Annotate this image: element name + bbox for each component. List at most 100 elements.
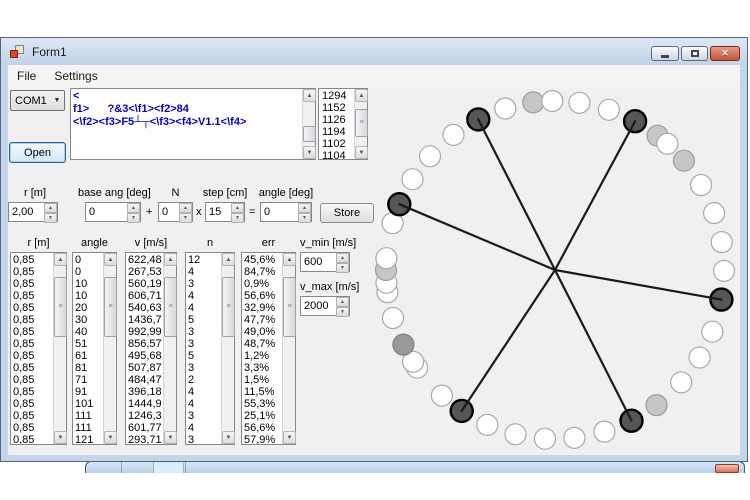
list-item[interactable]: 0,85: [13, 266, 53, 278]
counts-scrollbar[interactable]: ▲ ≡ ▼: [354, 89, 367, 159]
list-item[interactable]: 49,0%: [244, 326, 282, 338]
list-item[interactable]: 293,71: [128, 434, 163, 444]
up-arrow-icon[interactable]: ▲: [298, 203, 311, 213]
list-item[interactable]: 11,5%: [244, 386, 282, 398]
list-item[interactable]: 3: [188, 410, 221, 422]
list-item[interactable]: 4: [188, 266, 221, 278]
list-item[interactable]: 5: [188, 314, 221, 326]
list-item[interactable]: 4: [188, 302, 221, 314]
list-item[interactable]: 45,6%: [244, 254, 282, 266]
minimize-button[interactable]: [651, 46, 679, 61]
list-item[interactable]: 267,53: [128, 266, 163, 278]
list-item[interactable]: 20: [75, 302, 103, 314]
list-item[interactable]: 1104: [322, 150, 354, 159]
scroll-down-icon[interactable]: ▼: [164, 431, 177, 444]
listbox-err[interactable]: 45,6%84,7%0,9%56,6%32,9%47,7%49,0%48,7%1…: [241, 252, 296, 445]
scroll-down-icon[interactable]: ▼: [283, 431, 296, 444]
down-arrow-icon[interactable]: ▼: [127, 213, 140, 223]
list-item[interactable]: 10: [75, 290, 103, 302]
list-item[interactable]: 3: [188, 278, 221, 290]
base-ang-value[interactable]: 0: [86, 203, 127, 221]
list-item[interactable]: 0,85: [13, 386, 53, 398]
list-item[interactable]: 0,85: [13, 350, 53, 362]
down-arrow-icon[interactable]: ▼: [336, 263, 349, 273]
n-stepper[interactable]: 0 ▲▼: [158, 202, 193, 222]
up-arrow-icon[interactable]: ▲: [179, 203, 192, 213]
scroll-down-icon[interactable]: ▼: [303, 146, 316, 159]
list-item[interactable]: 495,68: [128, 350, 163, 362]
listbox-angle[interactable]: 0010102030405161817191101111111121 ▲ ≡ ▼: [72, 252, 117, 445]
list-item[interactable]: 71: [75, 374, 103, 386]
down-arrow-icon[interactable]: ▼: [231, 213, 244, 223]
up-arrow-icon[interactable]: ▲: [336, 253, 349, 263]
list-item[interactable]: 856,57: [128, 338, 163, 350]
list-item[interactable]: 0,85: [13, 362, 53, 374]
store-button[interactable]: Store: [320, 203, 374, 223]
list-item[interactable]: 12: [188, 254, 221, 266]
scroll-thumb[interactable]: ≡: [104, 277, 117, 337]
list-item[interactable]: 121: [75, 434, 103, 444]
list-item[interactable]: 3: [188, 338, 221, 350]
menu-file[interactable]: File: [8, 69, 45, 83]
list-item[interactable]: 5: [188, 350, 221, 362]
up-arrow-icon[interactable]: ▲: [127, 203, 140, 213]
vmin-value[interactable]: 600: [301, 253, 336, 271]
list-item[interactable]: 4: [188, 290, 221, 302]
scroll-thumb[interactable]: ≡: [222, 277, 235, 337]
background-close-button[interactable]: [715, 464, 739, 473]
r-value[interactable]: 2,00: [9, 203, 44, 221]
up-arrow-icon[interactable]: ▲: [336, 297, 349, 307]
titlebar[interactable]: Form1 ✕: [1, 38, 747, 65]
scroll-thumb[interactable]: ≡: [283, 277, 296, 337]
list-item[interactable]: 32,9%: [244, 302, 282, 314]
scroll-up-icon[interactable]: ▲: [164, 253, 177, 266]
list-item[interactable]: 0,85: [13, 302, 53, 314]
list-item[interactable]: 30: [75, 314, 103, 326]
listbox-v[interactable]: 622,48267,53560,19606,71540,631436,7992,…: [125, 252, 177, 445]
vmax-value[interactable]: 2000: [301, 297, 336, 315]
list-item[interactable]: 57,9%: [244, 434, 282, 444]
list-item[interactable]: 4: [188, 422, 221, 434]
scroll-up-icon[interactable]: ▲: [355, 89, 368, 102]
r-stepper[interactable]: 2,00 ▲▼: [8, 202, 58, 222]
background-window-active-tab[interactable]: [153, 463, 184, 473]
list-item[interactable]: 48,7%: [244, 338, 282, 350]
list-item[interactable]: 40: [75, 326, 103, 338]
list-item[interactable]: 2: [188, 374, 221, 386]
list-item[interactable]: 0,85: [13, 326, 53, 338]
list-item[interactable]: 47,7%: [244, 314, 282, 326]
vmin-stepper[interactable]: 600 ▲▼: [300, 252, 350, 272]
list-item[interactable]: 56,6%: [244, 422, 282, 434]
n-value[interactable]: 0: [159, 203, 179, 221]
list-item[interactable]: 3: [188, 362, 221, 374]
list-item[interactable]: 0,85: [13, 374, 53, 386]
list-item[interactable]: 55,3%: [244, 398, 282, 410]
list-item[interactable]: 992,99: [128, 326, 163, 338]
scroll-down-icon[interactable]: ▼: [54, 431, 67, 444]
maximize-button[interactable]: [681, 46, 708, 61]
list-item[interactable]: 560,19: [128, 278, 163, 290]
list-item[interactable]: 10: [75, 278, 103, 290]
listbox-err-scrollbar[interactable]: ▲ ≡ ▼: [282, 253, 295, 444]
scroll-thumb[interactable]: ≡: [54, 277, 67, 337]
list-item[interactable]: 1152: [322, 102, 354, 114]
list-item[interactable]: 0: [75, 266, 103, 278]
list-item[interactable]: 1,5%: [244, 374, 282, 386]
com-port-select[interactable]: COM1 ▼: [10, 90, 65, 111]
scroll-down-icon[interactable]: ▼: [222, 431, 235, 444]
list-item[interactable]: 0,85: [13, 422, 53, 434]
scroll-up-icon[interactable]: ▲: [283, 253, 296, 266]
list-item[interactable]: 507,87: [128, 362, 163, 374]
scroll-down-icon[interactable]: ▼: [355, 146, 368, 159]
listbox-r[interactable]: 0,850,850,850,850,850,850,850,850,850,85…: [10, 252, 67, 445]
scroll-thumb[interactable]: ≡: [355, 109, 368, 137]
list-item[interactable]: 606,71: [128, 290, 163, 302]
list-item[interactable]: 111: [75, 410, 103, 422]
list-item[interactable]: 4: [188, 386, 221, 398]
list-item[interactable]: 51: [75, 338, 103, 350]
scroll-up-icon[interactable]: ▲: [104, 253, 117, 266]
list-item[interactable]: 0,85: [13, 314, 53, 326]
open-button[interactable]: Open: [9, 142, 66, 163]
down-arrow-icon[interactable]: ▼: [298, 213, 311, 223]
list-item[interactable]: 56,6%: [244, 290, 282, 302]
